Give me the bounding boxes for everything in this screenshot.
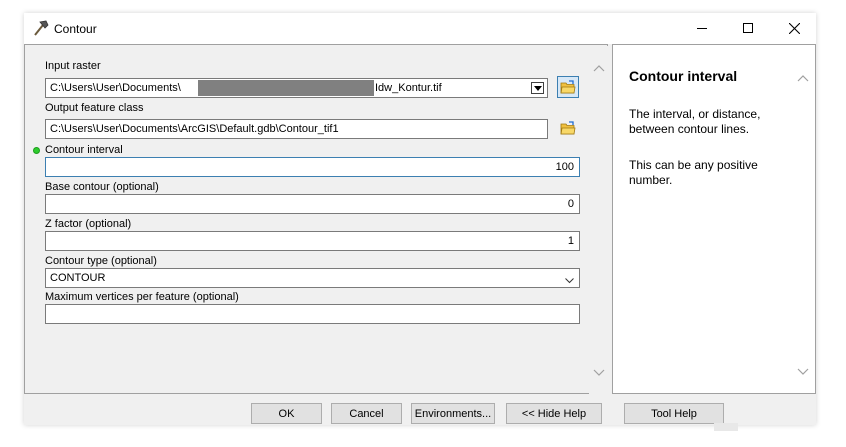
contour-interval-value: 100 xyxy=(555,161,574,173)
maximize-icon xyxy=(743,23,753,33)
caret-down-icon xyxy=(533,85,542,91)
help-paragraph: The interval, or distance, between conto… xyxy=(629,107,761,136)
dropdown-button[interactable] xyxy=(531,82,544,94)
contour-type-value: CONTOUR xyxy=(50,272,106,284)
scroll-up-icon[interactable] xyxy=(593,63,605,73)
open-folder-icon xyxy=(560,80,576,94)
input-raster-value-suffix: Idw_Kontur.tif xyxy=(375,82,442,94)
input-raster-browse-button[interactable] xyxy=(557,76,579,98)
help-paragraph: This can be any positive number. xyxy=(629,158,758,187)
scroll-down-icon[interactable] xyxy=(797,367,809,379)
max-vertices-input[interactable] xyxy=(45,304,580,324)
input-raster-combobox[interactable]: C:\Users\User\Documents\ Idw_Kontur.tif xyxy=(45,78,548,98)
hide-help-button[interactable]: << Hide Help xyxy=(506,403,602,424)
parameters-panel: Input raster C:\Users\User\Documents\ Id… xyxy=(24,44,608,394)
input-raster-value-prefix: C:\Users\User\Documents\ xyxy=(50,82,181,94)
window-title: Contour xyxy=(54,22,97,36)
output-feature-class-input[interactable]: C:\Users\User\Documents\ArcGIS\Default.g… xyxy=(45,119,548,139)
minimize-icon xyxy=(697,28,707,29)
hammer-icon xyxy=(32,19,50,37)
help-title: Contour interval xyxy=(629,68,738,84)
maximize-button[interactable] xyxy=(725,13,771,43)
required-indicator-icon xyxy=(33,147,40,154)
contour-dialog: Contour Input raster C:\Users\User\Docum… xyxy=(24,13,816,425)
dialog-body: Input raster C:\Users\User\Documents\ Id… xyxy=(24,44,816,425)
base-contour-input[interactable]: 0 xyxy=(45,194,580,214)
input-raster-label: Input raster xyxy=(45,60,101,72)
close-button[interactable] xyxy=(771,13,817,43)
output-feature-class-value: C:\Users\User\Documents\ArcGIS\Default.g… xyxy=(50,123,339,135)
base-contour-label: Base contour (optional) xyxy=(45,181,159,193)
tool-help-button[interactable]: Tool Help xyxy=(624,403,724,424)
max-vertices-label: Maximum vertices per feature (optional) xyxy=(45,291,239,303)
close-icon xyxy=(788,22,800,34)
scroll-up-icon[interactable] xyxy=(797,73,809,85)
redacted-block xyxy=(198,80,374,96)
z-factor-value: 1 xyxy=(567,235,574,247)
z-factor-label: Z factor (optional) xyxy=(45,218,132,230)
title-bar: Contour xyxy=(24,13,816,44)
contour-interval-label: Contour interval xyxy=(45,144,123,156)
help-panel: Contour interval The interval, or distan… xyxy=(612,44,816,394)
base-contour-value: 0 xyxy=(567,198,574,210)
output-feature-class-label: Output feature class xyxy=(45,102,144,114)
scroll-down-icon[interactable] xyxy=(593,368,605,378)
z-factor-input[interactable]: 1 xyxy=(45,231,580,251)
environments-button[interactable]: Environments... xyxy=(411,403,495,424)
background-window-fragment xyxy=(714,423,738,431)
contour-type-label: Contour type (optional) xyxy=(45,255,157,267)
contour-type-select[interactable]: CONTOUR xyxy=(45,268,580,288)
output-feature-class-browse-button[interactable] xyxy=(557,117,579,139)
chevron-down-icon xyxy=(565,275,574,287)
minimize-button[interactable] xyxy=(679,13,725,43)
open-folder-icon xyxy=(560,121,576,135)
cancel-button[interactable]: Cancel xyxy=(331,403,402,424)
contour-interval-input[interactable]: 100 xyxy=(45,157,580,177)
parameters-scrollbar[interactable] xyxy=(589,46,608,394)
ok-button[interactable]: OK xyxy=(251,403,322,424)
